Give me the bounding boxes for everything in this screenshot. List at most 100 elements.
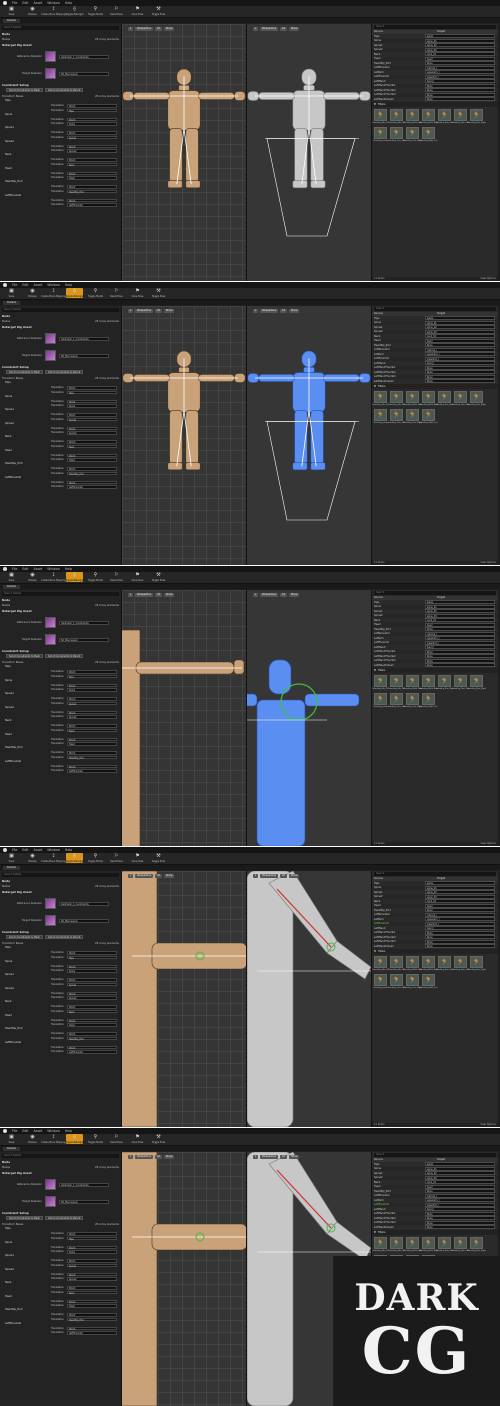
perspective-button[interactable]: Perspective xyxy=(260,874,279,878)
target-bone-combo[interactable]: hand_l xyxy=(424,645,496,649)
translation-mode-combo[interactable]: World xyxy=(67,440,117,444)
target-skeleton-combo[interactable]: SK_Mannequin xyxy=(59,353,109,358)
view-options-button[interactable]: View Options xyxy=(480,842,496,846)
details-search-input[interactable]: Search Details xyxy=(2,1154,119,1158)
toggle-model-button[interactable]: ⚲ Toggle Model xyxy=(87,853,104,863)
asset-tile[interactable]: 🏃 Standing_Run_Right xyxy=(467,1236,486,1252)
asset-tile[interactable]: 🏃Standing_Jump xyxy=(373,126,388,142)
asset-tile[interactable]: 🏃Standing_Turn_Right xyxy=(403,973,422,989)
target-bone-combo[interactable]: None xyxy=(424,92,496,97)
lit-button[interactable]: Lit xyxy=(280,593,287,597)
bone-value-field[interactable]: Spine xyxy=(67,688,117,692)
target-bone-combo[interactable]: spine_02 xyxy=(424,325,496,329)
target-bone-combo[interactable]: None xyxy=(424,930,496,935)
menu-asset[interactable]: Asset xyxy=(34,567,43,571)
asset-tile[interactable]: 🏃 Standing_Walk_Fwd xyxy=(403,1236,422,1252)
target-bone-combo[interactable]: None xyxy=(424,97,496,101)
asset-tile[interactable]: 🏃 Standing_Run_Fwd xyxy=(436,674,453,690)
target-bone-combo[interactable]: None xyxy=(424,649,496,654)
reference-skeleton-combo[interactable]: Ue4mesh_1_Constraints xyxy=(59,336,109,341)
menu-edit[interactable]: Edit xyxy=(22,1,28,5)
save-pose-button[interactable]: ⚑ Save Pose xyxy=(129,6,146,16)
bone-value-field[interactable]: Head xyxy=(67,1023,117,1027)
target-bone-combo[interactable]: spine_02 xyxy=(424,890,496,894)
show-button[interactable]: Show xyxy=(164,593,175,597)
view-options-button[interactable]: View Options xyxy=(480,1123,496,1127)
toggle-retarget-button[interactable]: ⟠ Toggle Retarget xyxy=(66,6,84,16)
save-pose-button[interactable]: ⚑ Save Pose xyxy=(129,1134,146,1144)
target-bone-combo[interactable]: None xyxy=(424,343,496,347)
target-viewport[interactable]: ▾ Perspective Lit Show xyxy=(247,306,372,565)
view-options-button[interactable]: View Options xyxy=(480,277,496,281)
asset-tile[interactable]: 🏃 Standing_Run_Fwd xyxy=(436,955,453,971)
lit-button[interactable]: Lit xyxy=(155,309,162,313)
target-bone-combo[interactable]: None xyxy=(424,944,496,948)
asset-tile[interactable]: 🏃 Standing_Run_Right xyxy=(467,955,486,971)
constraint-category[interactable]: Constraint Setup xyxy=(2,365,119,369)
set-all-parent-button[interactable]: Set All Constraints to Parent xyxy=(45,654,84,658)
translation-mode-combo[interactable]: World xyxy=(67,978,117,982)
target-bone-combo[interactable]: neck_01 xyxy=(424,1180,496,1184)
target-bone-combo[interactable]: head xyxy=(424,1184,496,1189)
toggle-model-button[interactable]: ⚲ Toggle Model xyxy=(87,288,104,298)
bone-value-field[interactable]: LeftShoulder xyxy=(67,1331,117,1335)
target-bone-combo[interactable]: spine_01 xyxy=(424,38,496,43)
asset-tile[interactable]: 🏃 Standing_Idle_01 xyxy=(372,108,389,124)
menu-file[interactable]: File xyxy=(12,283,17,287)
bone-value-field[interactable]: Spine1 xyxy=(67,135,117,140)
translation-mode-combo[interactable]: World xyxy=(67,951,117,955)
target-bone-combo[interactable]: neck_01 xyxy=(424,899,496,903)
bone-value-field[interactable]: Spine1 xyxy=(67,701,117,706)
translation-mode-combo[interactable]: World xyxy=(67,1286,117,1290)
node-category[interactable]: Node xyxy=(2,1160,119,1164)
asset-tile[interactable]: 🏃 Standing_Run_Fwd xyxy=(436,108,453,124)
target-bone-combo[interactable]: spine_03 xyxy=(424,894,496,899)
set-all-mesh-button[interactable]: Set All Constraints to Mesh xyxy=(6,1216,43,1220)
reset-pose-button[interactable]: ⚐ Reset Pose xyxy=(108,6,125,16)
toggle-pose-button[interactable]: ⚒ Toggle Pose xyxy=(150,572,167,582)
set-all-mesh-button[interactable]: Set All Constraints to Mesh xyxy=(6,654,43,658)
tab-details[interactable]: Details xyxy=(3,301,20,305)
menu-edit[interactable]: Edit xyxy=(22,283,28,287)
target-bone-combo[interactable]: head xyxy=(424,903,496,908)
source-viewport[interactable]: ▾ Perspective Lit Show xyxy=(122,1152,247,1406)
target-bone-combo[interactable]: pelvis xyxy=(424,1162,496,1166)
bone-search-input[interactable]: Search xyxy=(374,591,496,595)
asset-tile[interactable]: 🏃 Standing_Walk_Fwd xyxy=(403,674,422,690)
bone-value-field[interactable]: Spine xyxy=(67,1250,117,1254)
set-all-parent-button[interactable]: Set All Constraints to Parent xyxy=(45,935,84,939)
browse-button[interactable]: ◉ Browse xyxy=(24,288,41,298)
target-bone-combo[interactable]: upperarm_l xyxy=(424,917,496,921)
toggle-model-button[interactable]: ⚲ Toggle Model xyxy=(87,572,104,582)
details-search-input[interactable]: Search Details xyxy=(2,873,119,877)
translation-mode-combo[interactable]: World xyxy=(67,697,117,701)
bone-value-field[interactable]: HeadTop_End xyxy=(67,1317,117,1322)
target-bone-combo[interactable]: upperarm_l xyxy=(424,352,496,356)
menu-window[interactable]: Window xyxy=(47,1129,60,1133)
asset-tile[interactable]: 🏃 Standing_Run_Right xyxy=(467,674,486,690)
translation-mode-combo[interactable]: World xyxy=(67,426,117,431)
create-bone-mapping-button[interactable]: ⟟ Create Bone Mapping xyxy=(41,6,66,16)
target-bone-combo[interactable]: clavicle_l xyxy=(424,912,496,917)
lit-button[interactable]: Lit xyxy=(280,27,287,31)
target-bone-combo[interactable]: None xyxy=(424,627,496,631)
target-bone-combo[interactable]: None xyxy=(424,83,496,88)
lit-button[interactable]: Lit xyxy=(155,1155,162,1159)
bone-value-field[interactable]: LeftShoulder xyxy=(67,769,117,773)
asset-tile[interactable]: 🏃 Standing_Idle_02 xyxy=(388,108,405,124)
translation-mode-combo[interactable]: World xyxy=(67,399,117,404)
viewport-menu-button[interactable]: ▾ xyxy=(253,27,259,31)
source-viewport[interactable]: ▾ Perspective Lit Show xyxy=(122,306,247,565)
target-bone-combo[interactable]: spine_01 xyxy=(424,885,496,890)
asset-tile[interactable]: 🏃 Standing_Walk_Fwd xyxy=(403,390,422,406)
translation-mode-combo[interactable]: World xyxy=(67,737,117,742)
translation-mode-combo[interactable]: World xyxy=(67,198,117,203)
target-bone-combo[interactable]: None xyxy=(424,1189,496,1193)
target-bone-combo[interactable]: clavicle_l xyxy=(424,347,496,352)
target-bone-combo[interactable]: pelvis xyxy=(424,34,496,38)
target-bone-combo[interactable]: head xyxy=(424,56,496,61)
bone-value-field[interactable]: HeadTop_End xyxy=(67,755,117,760)
target-bone-combo[interactable]: upperarm_l xyxy=(424,70,496,74)
reset-pose-button[interactable]: ⚐ Reset Pose xyxy=(108,853,125,863)
retarget-category[interactable]: Retarget Rig Asset xyxy=(2,43,119,47)
